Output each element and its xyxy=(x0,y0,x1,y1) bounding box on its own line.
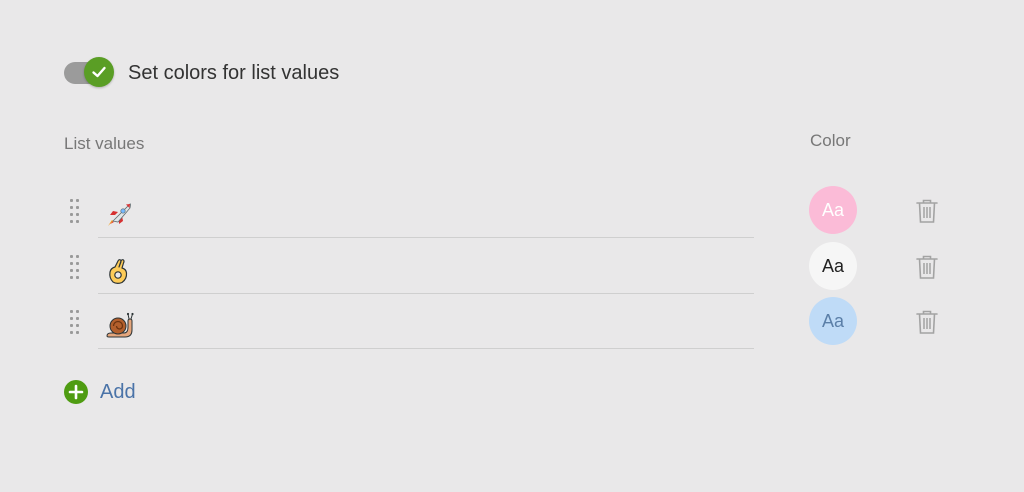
color-swatch[interactable]: Aa xyxy=(809,186,857,234)
swatch-label: Aa xyxy=(821,255,845,276)
toggle-knob xyxy=(84,57,114,87)
trash-icon[interactable] xyxy=(914,197,940,225)
drag-handle-icon[interactable] xyxy=(70,199,82,223)
set-colors-toggle[interactable] xyxy=(64,57,114,89)
list-values-header: List values xyxy=(64,134,145,153)
ok-hand-icon xyxy=(109,259,128,284)
toggle-label: Set colors for list values xyxy=(128,61,340,84)
swatch-label: Aa xyxy=(821,199,845,220)
list-value-row: Aa xyxy=(64,242,954,295)
color-header: Color xyxy=(810,131,851,150)
list-value-row: Aa xyxy=(64,186,954,239)
colors-toggle-row: Set colors for list values xyxy=(64,57,339,89)
color-swatch[interactable]: Aa xyxy=(809,242,857,290)
add-label: Add xyxy=(100,380,136,403)
drag-handle-icon[interactable] xyxy=(70,310,82,334)
plus-circle-icon xyxy=(64,380,88,404)
list-value-input[interactable] xyxy=(98,300,754,349)
trash-icon[interactable] xyxy=(914,308,940,336)
list-value-input[interactable] xyxy=(98,245,754,294)
add-value-button[interactable]: Add xyxy=(64,380,136,404)
swatch-label: Aa xyxy=(821,310,845,331)
list-value-row: Aa xyxy=(64,297,954,350)
drag-handle-icon[interactable] xyxy=(70,255,82,279)
snail-icon xyxy=(106,312,134,338)
color-swatch[interactable]: Aa xyxy=(809,297,857,345)
trash-icon[interactable] xyxy=(914,253,940,281)
list-value-input[interactable] xyxy=(98,189,754,238)
check-icon xyxy=(92,66,106,78)
rocket-icon xyxy=(108,203,131,226)
